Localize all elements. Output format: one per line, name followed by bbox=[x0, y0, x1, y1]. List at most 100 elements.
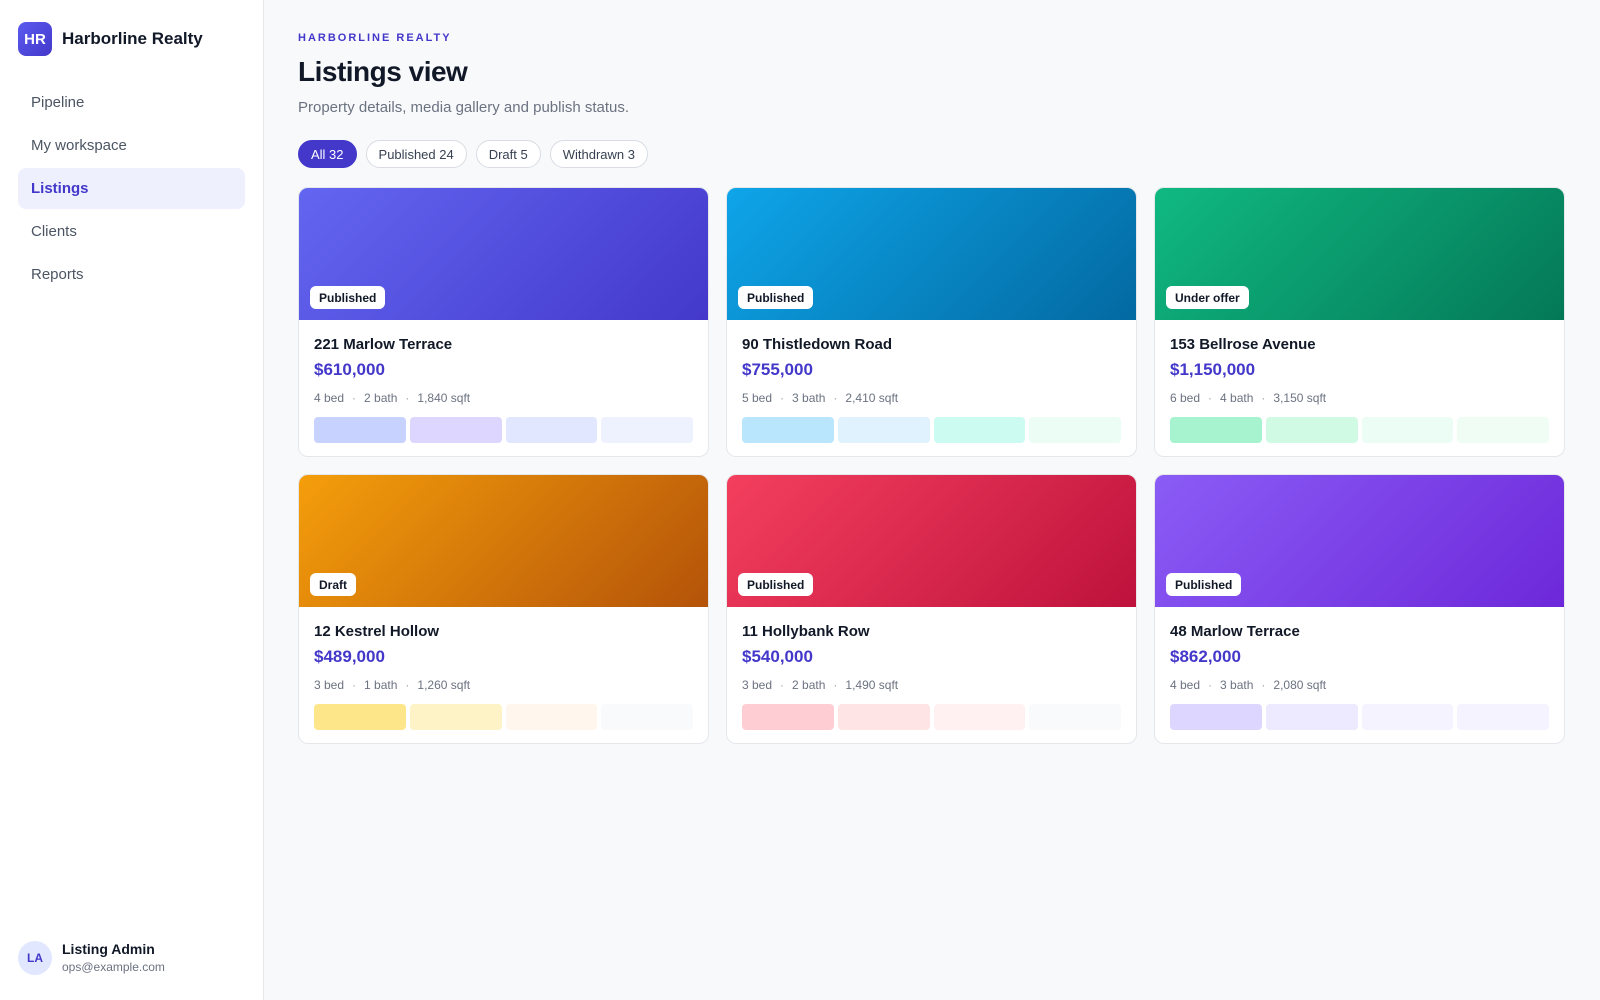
listing-meta: 6 bed · 4 bath · 3,150 sqft bbox=[1170, 390, 1549, 406]
listing-beds: 3 bed bbox=[742, 678, 773, 692]
listing-beds: 6 bed bbox=[1170, 391, 1201, 405]
gallery-thumbnail[interactable] bbox=[742, 704, 834, 730]
listing-cover-image[interactable]: Published bbox=[299, 188, 708, 320]
listing-cover-image[interactable]: Published bbox=[1155, 475, 1564, 607]
gallery-thumbnail[interactable] bbox=[1457, 704, 1549, 730]
listing-baths: 3 bath bbox=[1220, 678, 1254, 692]
media-gallery bbox=[1170, 704, 1549, 730]
sidebar-item-pipeline[interactable]: Pipeline bbox=[18, 82, 245, 123]
page-eyebrow: HARBORLINE REALTY bbox=[298, 32, 452, 44]
listing-card[interactable]: Published 221 Marlow Terrace $610,000 4 … bbox=[298, 187, 709, 457]
user-profile[interactable]: LA Listing Admin ops@example.com bbox=[18, 940, 165, 976]
listing-meta: 3 bed · 1 bath · 1,260 sqft bbox=[314, 677, 693, 693]
user-info: Listing Admin ops@example.com bbox=[62, 940, 165, 976]
gallery-thumbnail[interactable] bbox=[1361, 417, 1454, 443]
gallery-thumbnail[interactable] bbox=[505, 417, 598, 443]
sidebar-item-listings[interactable]: Listings bbox=[18, 168, 245, 209]
listing-price: $862,000 bbox=[1170, 647, 1241, 666]
status-badge: Published bbox=[1166, 573, 1242, 596]
gallery-thumbnail[interactable] bbox=[933, 417, 1026, 443]
status-badge: Published bbox=[738, 286, 814, 309]
separator-dot: · bbox=[352, 391, 357, 405]
listing-title: 12 Kestrel Hollow bbox=[314, 623, 440, 640]
filter-chip-all[interactable]: All 32 bbox=[298, 140, 357, 168]
listing-meta: 4 bed · 2 bath · 1,840 sqft bbox=[314, 390, 693, 406]
gallery-thumbnail[interactable] bbox=[409, 417, 502, 443]
gallery-thumbnail[interactable] bbox=[409, 704, 502, 730]
listing-sqft: 1,260 sqft bbox=[417, 678, 471, 692]
gallery-thumbnail[interactable] bbox=[1265, 417, 1358, 443]
gallery-thumbnail[interactable] bbox=[601, 417, 693, 443]
gallery-thumbnail[interactable] bbox=[505, 704, 598, 730]
brand[interactable]: HR Harborline Realty bbox=[18, 22, 203, 56]
listing-baths: 4 bath bbox=[1220, 391, 1254, 405]
gallery-thumbnail[interactable] bbox=[1457, 417, 1549, 443]
gallery-thumbnail[interactable] bbox=[933, 704, 1026, 730]
listing-baths: 1 bath bbox=[364, 678, 398, 692]
listing-card[interactable]: Published 48 Marlow Terrace $862,000 4 b… bbox=[1154, 474, 1565, 744]
separator-dot: · bbox=[780, 391, 785, 405]
listing-details: 11 Hollybank Row $540,000 3 bed · 2 bath… bbox=[727, 607, 1136, 730]
sidebar-item-reports[interactable]: Reports bbox=[18, 254, 245, 295]
sidebar-item-my-workspace[interactable]: My workspace bbox=[18, 125, 245, 166]
media-gallery bbox=[1170, 417, 1549, 443]
listing-details: 48 Marlow Terrace $862,000 4 bed · 3 bat… bbox=[1155, 607, 1564, 730]
gallery-thumbnail[interactable] bbox=[314, 704, 406, 730]
gallery-thumbnail[interactable] bbox=[1361, 704, 1454, 730]
listing-baths: 2 bath bbox=[792, 678, 826, 692]
user-email: ops@example.com bbox=[62, 960, 165, 974]
media-gallery bbox=[742, 417, 1121, 443]
avatar: LA bbox=[18, 941, 52, 975]
listing-title: 48 Marlow Terrace bbox=[1170, 623, 1300, 640]
listing-grid: Published 221 Marlow Terrace $610,000 4 … bbox=[298, 187, 1566, 744]
status-badge: Under offer bbox=[1166, 286, 1249, 309]
gallery-thumbnail[interactable] bbox=[837, 704, 930, 730]
filter-chip-draft[interactable]: Draft 5 bbox=[475, 140, 541, 168]
gallery-thumbnail[interactable] bbox=[1265, 704, 1358, 730]
listing-card[interactable]: Published 90 Thistledown Road $755,000 5… bbox=[726, 187, 1137, 457]
filter-chip-published[interactable]: Published 24 bbox=[365, 140, 467, 168]
listing-beds: 4 bed bbox=[1170, 678, 1201, 692]
gallery-thumbnail[interactable] bbox=[742, 417, 834, 443]
listing-details: 153 Bellrose Avenue $1,150,000 6 bed · 4… bbox=[1155, 320, 1564, 443]
gallery-thumbnail[interactable] bbox=[1029, 704, 1121, 730]
media-gallery bbox=[314, 704, 693, 730]
listing-cover-image[interactable]: Under offer bbox=[1155, 188, 1564, 320]
listing-beds: 3 bed bbox=[314, 678, 345, 692]
media-gallery bbox=[314, 417, 693, 443]
separator-dot: · bbox=[405, 391, 410, 405]
listing-cover-image[interactable]: Draft bbox=[299, 475, 708, 607]
listing-card[interactable]: Under offer 153 Bellrose Avenue $1,150,0… bbox=[1154, 187, 1565, 457]
listing-cover-image[interactable]: Published bbox=[727, 188, 1136, 320]
separator-dot: · bbox=[1208, 391, 1213, 405]
listing-card[interactable]: Published 11 Hollybank Row $540,000 3 be… bbox=[726, 474, 1137, 744]
listing-baths: 2 bath bbox=[364, 391, 398, 405]
sidebar-nav: Pipeline My workspace Listings Clients R… bbox=[18, 82, 245, 297]
listing-details: 90 Thistledown Road $755,000 5 bed · 3 b… bbox=[727, 320, 1136, 443]
listing-card[interactable]: Draft 12 Kestrel Hollow $489,000 3 bed ·… bbox=[298, 474, 709, 744]
listing-price: $489,000 bbox=[314, 647, 385, 666]
gallery-thumbnail[interactable] bbox=[837, 417, 930, 443]
status-filters: All 32 Published 24 Draft 5 Withdrawn 3 bbox=[298, 140, 657, 168]
filter-chip-withdrawn[interactable]: Withdrawn 3 bbox=[549, 140, 648, 168]
separator-dot: · bbox=[1208, 678, 1213, 692]
listing-details: 12 Kestrel Hollow $489,000 3 bed · 1 bat… bbox=[299, 607, 708, 730]
gallery-thumbnail[interactable] bbox=[314, 417, 406, 443]
listing-details: 221 Marlow Terrace $610,000 4 bed · 2 ba… bbox=[299, 320, 708, 443]
gallery-thumbnail[interactable] bbox=[601, 704, 693, 730]
gallery-thumbnail[interactable] bbox=[1170, 417, 1262, 443]
page-subtitle: Property details, media gallery and publ… bbox=[298, 99, 630, 116]
status-badge: Published bbox=[310, 286, 386, 309]
listing-sqft: 1,840 sqft bbox=[417, 391, 471, 405]
listing-cover-image[interactable]: Published bbox=[727, 475, 1136, 607]
gallery-thumbnail[interactable] bbox=[1029, 417, 1121, 443]
listing-beds: 5 bed bbox=[742, 391, 773, 405]
separator-dot: · bbox=[405, 678, 410, 692]
sidebar-item-clients[interactable]: Clients bbox=[18, 211, 245, 252]
separator-dot: · bbox=[833, 678, 838, 692]
listing-title: 11 Hollybank Row bbox=[742, 623, 870, 640]
listing-meta: 5 bed · 3 bath · 2,410 sqft bbox=[742, 390, 1121, 406]
gallery-thumbnail[interactable] bbox=[1170, 704, 1262, 730]
listing-price: $610,000 bbox=[314, 360, 385, 379]
listing-title: 221 Marlow Terrace bbox=[314, 336, 453, 353]
